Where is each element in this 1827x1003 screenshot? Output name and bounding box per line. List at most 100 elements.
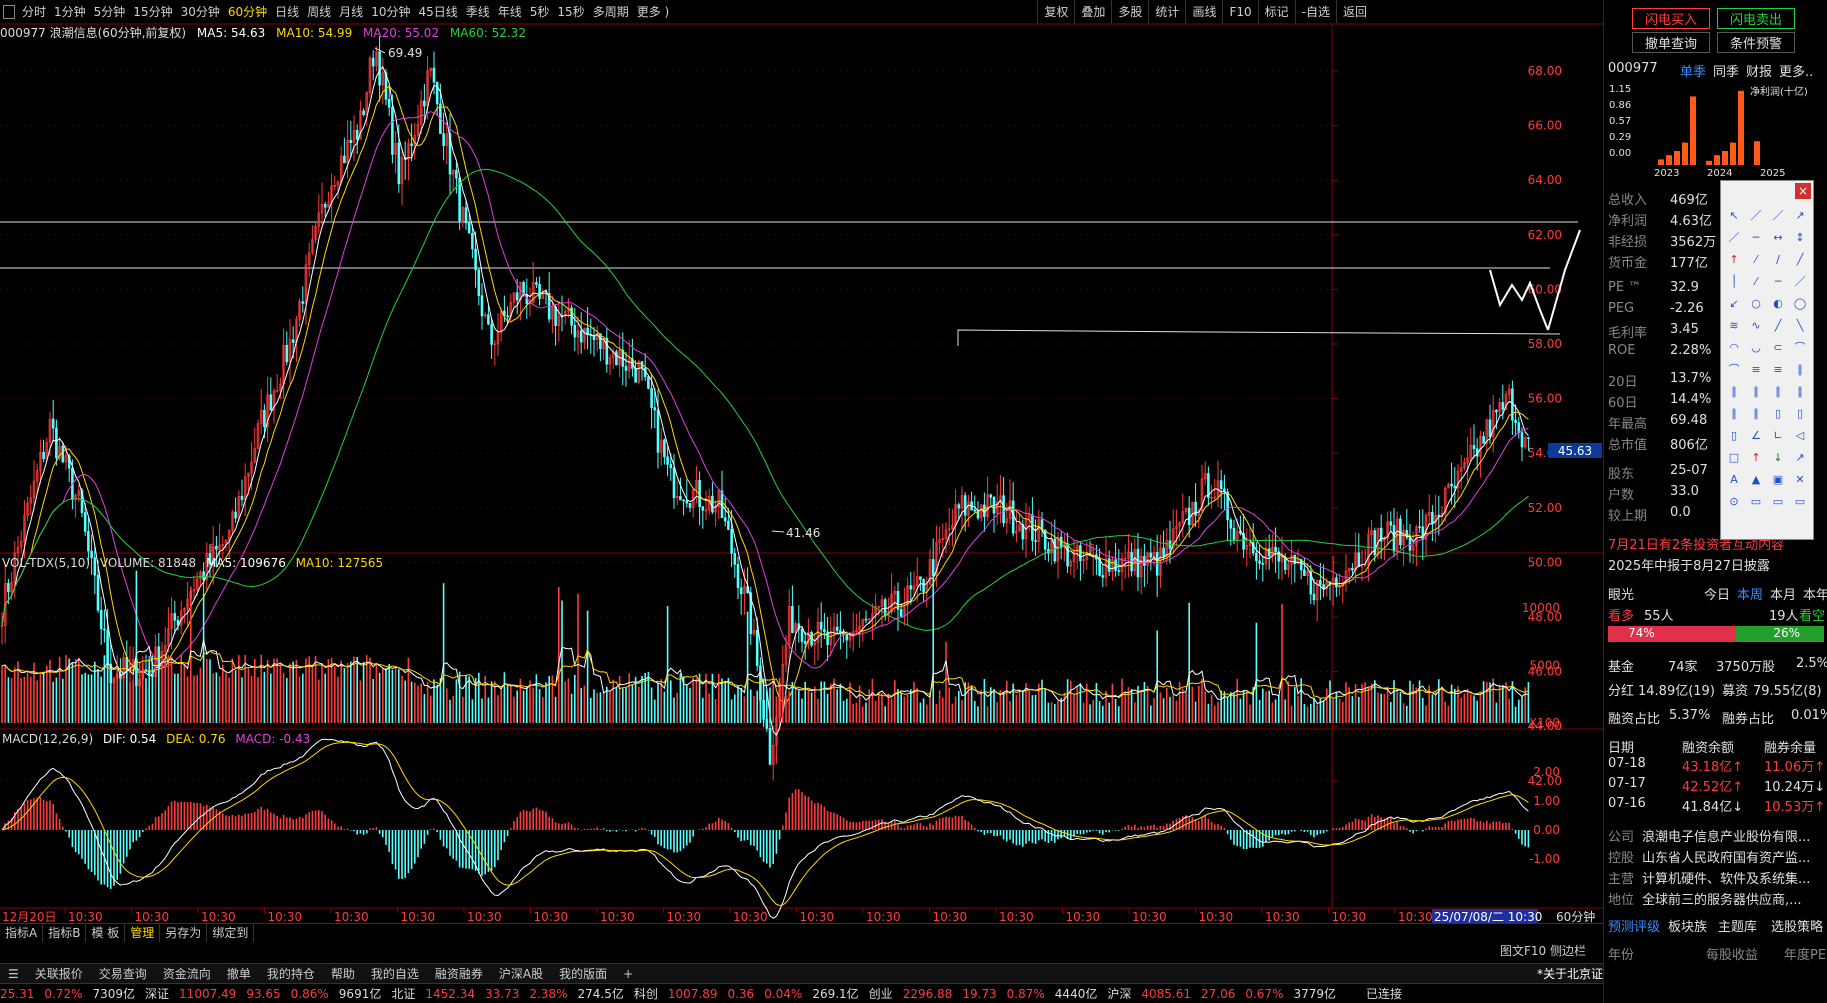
volume-bar [791,681,794,723]
volume-bar [938,690,941,723]
volume-bar [993,688,995,723]
volume-bar [74,659,77,723]
volume-bar [423,693,426,723]
vol-ma5-line [1,639,1529,705]
volume-bar [1332,699,1334,723]
volume-bar [1146,685,1149,723]
volume-bar [686,684,688,723]
volume-bar [759,672,762,723]
volume-bar [724,681,726,723]
volume-bar [1367,687,1370,723]
candle-body [634,368,637,383]
candle-body [99,609,103,630]
volume-bar [846,698,848,723]
volume-bar [1063,692,1066,723]
volume-bar [46,665,48,723]
candle-body [663,439,666,458]
volume-bar [180,654,182,723]
volume-bar [145,678,147,723]
drawn-range-line[interactable] [957,329,1561,346]
candle-body [685,500,689,504]
candle-body [291,339,295,343]
volume-bar [1422,697,1424,723]
volume-bar [1169,696,1171,723]
price-tick-label: 64.00 [1528,173,1562,187]
volume-bar [138,662,141,723]
volume-bar [148,659,150,723]
volume-bar [986,706,989,723]
volume-bar [30,676,32,723]
volume-bar [449,699,451,723]
candle-body [1258,560,1261,564]
volume-bar [1249,704,1251,723]
volume-bar [129,682,131,723]
candle-body [1229,519,1233,529]
candle-body [1034,540,1037,542]
kline-chart-area[interactable]: 68.0066.0064.0062.0060.0058.0056.0054.00… [0,0,1603,923]
volume-bar [442,583,445,723]
volume-bar [878,692,880,723]
volume-bar [1342,701,1344,723]
volume-bar [337,676,339,723]
volume-bar [39,674,42,723]
volume-bar [359,680,362,723]
volume-bar [462,696,464,723]
volume-bar [1351,696,1354,723]
volume-bar [1150,705,1152,723]
candle-body [845,634,849,641]
volume-bar [542,697,544,723]
candle-body [7,583,10,593]
volume-bar [1028,688,1030,723]
volume-bar [36,680,38,723]
candle-body [471,232,474,250]
volume-bar [593,689,595,723]
volume-bar [1246,691,1248,723]
volume-bar [654,699,656,723]
volume-bar [1281,603,1283,723]
ma20-line [1,111,1529,669]
volume-bar [330,657,333,723]
volume-bar [1118,706,1120,723]
candle-body [973,509,977,512]
volume-bar [1073,693,1075,723]
volume-bar [503,672,506,723]
s-marker: $ [208,541,215,554]
candle-body [1488,419,1492,438]
volume-bar [913,681,915,723]
volume-bar [62,678,64,723]
volume-bar [887,693,890,723]
volume-bar [1441,686,1443,723]
volume-bar [302,673,304,723]
volume-bar [785,694,787,723]
candle-body [672,467,676,499]
volume-bar [433,679,435,723]
volume-bar [279,664,282,723]
candle-body [1274,546,1277,553]
volume-bar [618,675,621,723]
candle-body [554,306,557,326]
volume-bar [561,600,563,723]
volume-bar [398,669,400,723]
volume-bar [1159,692,1162,723]
volume-bar [740,687,742,723]
volume-bar [215,672,218,723]
drawn-up-arrow[interactable] [1547,229,1581,331]
volume-bar [1335,691,1338,723]
volume-bar [1002,692,1005,723]
volume-bar [1399,692,1402,723]
volume-bar [353,656,355,723]
volume-bar [1242,690,1245,723]
candle-body [573,324,577,338]
volume-bar [702,697,704,723]
volume-bar [1121,678,1123,723]
candle-body [1232,527,1236,540]
volume-bar [420,683,422,723]
volume-bar [532,687,534,723]
candle-body [269,394,273,411]
volume-bar [340,660,342,723]
candle-body [1495,409,1498,413]
volume-bar [1022,690,1024,723]
volume-bar [1054,703,1056,723]
candle-body [1194,501,1197,516]
drawn-zigzag-arrow[interactable] [1489,269,1549,331]
